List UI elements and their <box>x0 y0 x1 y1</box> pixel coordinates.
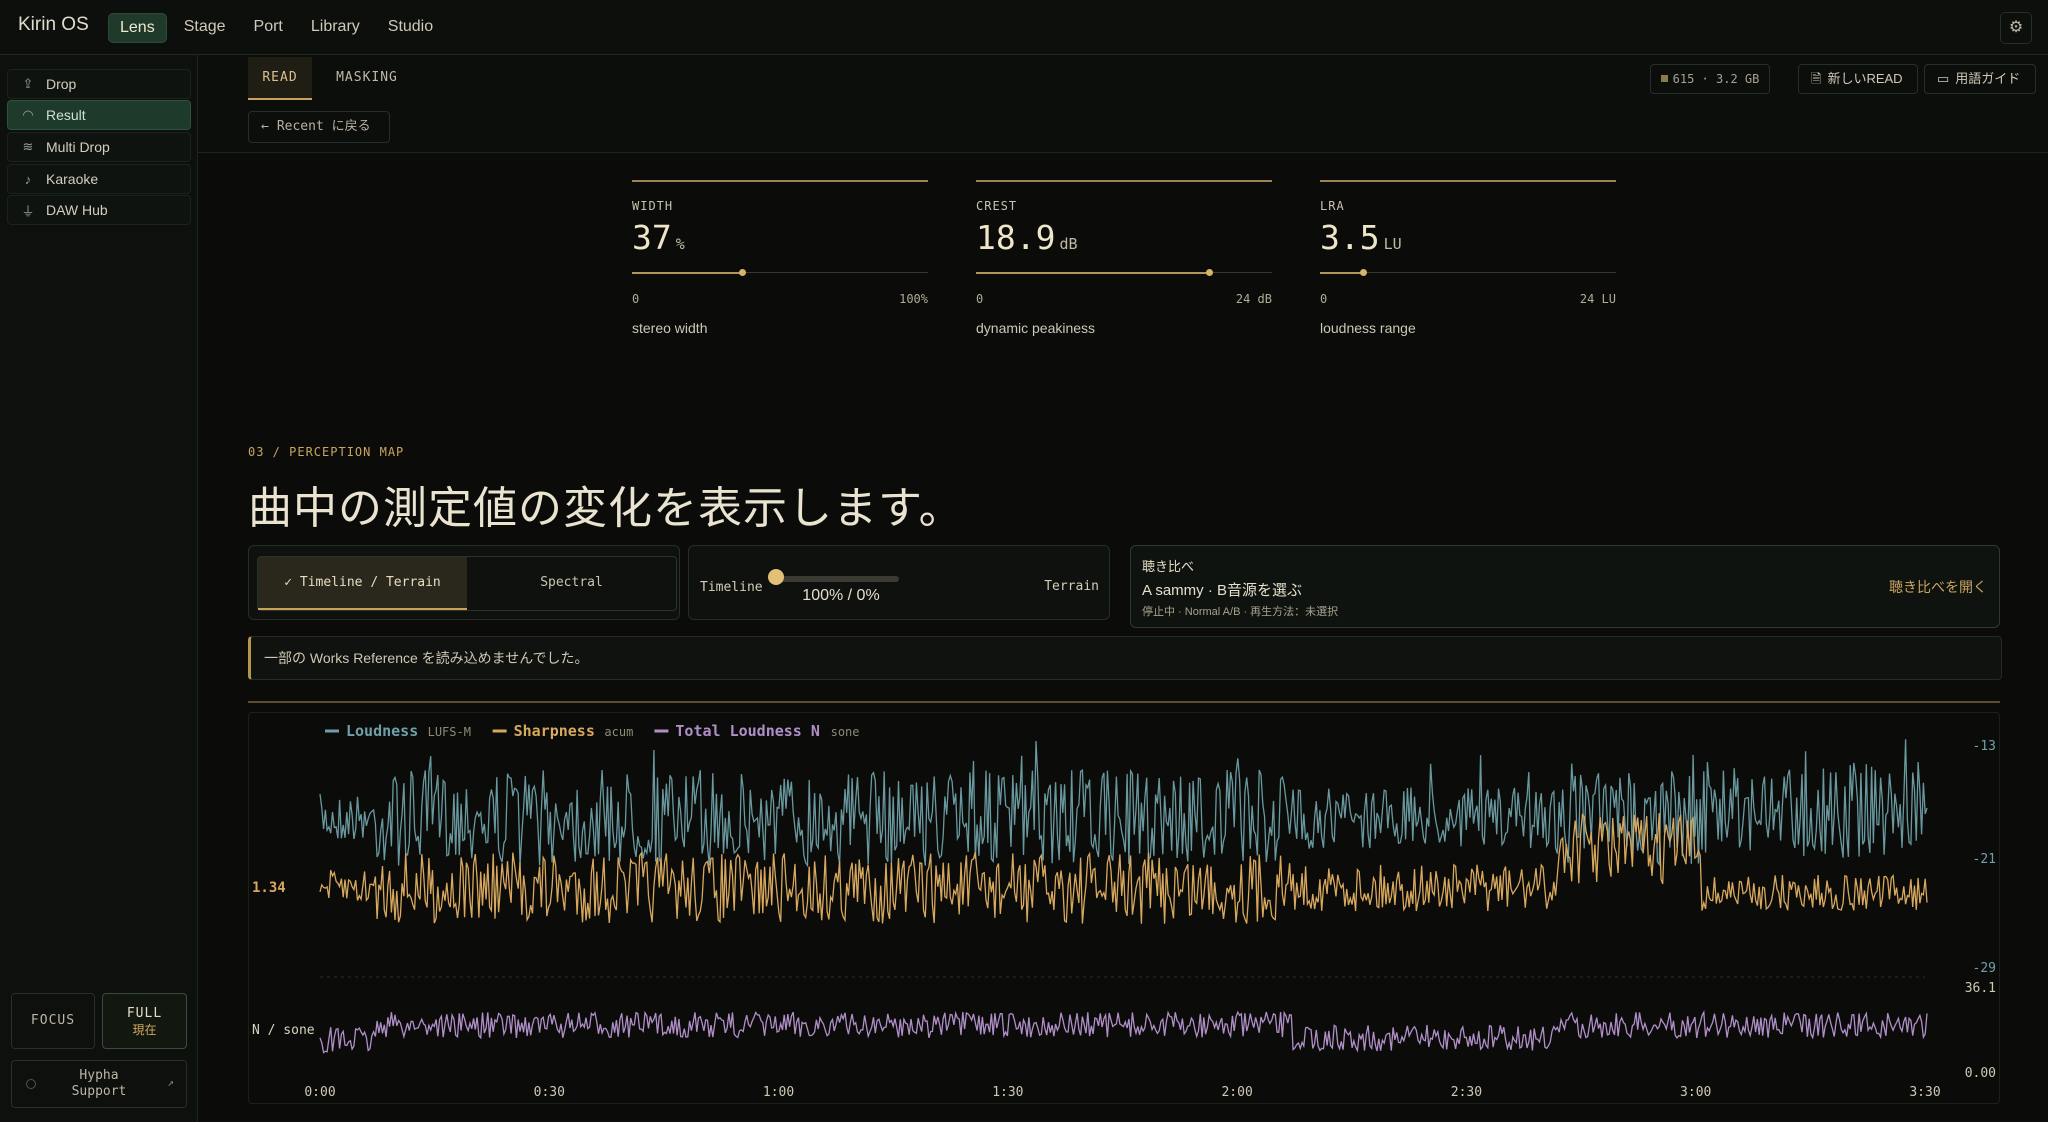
x-tick-label: 1:30 <box>992 1085 1023 1100</box>
sharpness-line <box>319 813 1928 924</box>
legend-name: Loudness <box>346 722 418 740</box>
loudness-line <box>319 739 1928 868</box>
left-axis-label: N / sone <box>252 1023 315 1038</box>
x-tick-label: 0:30 <box>534 1085 565 1100</box>
x-tick-label: 2:00 <box>1221 1085 1252 1100</box>
perception-map-chart: Loudness LUFS-M Sharpness acum Total Loudnes… <box>252 722 1996 1100</box>
total-loudness-line <box>319 1010 1928 1054</box>
legend-unit: sone <box>831 725 860 739</box>
x-tick-label: 0:00 <box>304 1085 335 1100</box>
legend-unit: acum <box>604 725 633 739</box>
legend-unit: LUFS-M <box>428 725 471 739</box>
x-tick-label: 3:30 <box>1909 1085 1940 1100</box>
right-tick-label: -21 <box>1973 852 1996 867</box>
right-tick-label: 0.00 <box>1965 1066 1996 1081</box>
legend-name: Sharpness <box>514 722 595 740</box>
right-tick-label: -29 <box>1973 961 1996 976</box>
left-axis-label: 1.34 <box>252 880 286 896</box>
x-tick-label: 1:00 <box>763 1085 794 1100</box>
x-tick-label: 3:00 <box>1680 1085 1711 1100</box>
x-tick-label: 2:30 <box>1451 1085 1482 1100</box>
right-tick-label: -13 <box>1973 739 1996 754</box>
right-tick-label: 36.1 <box>1965 981 1996 996</box>
legend-name: Total Loudness N <box>675 722 820 740</box>
